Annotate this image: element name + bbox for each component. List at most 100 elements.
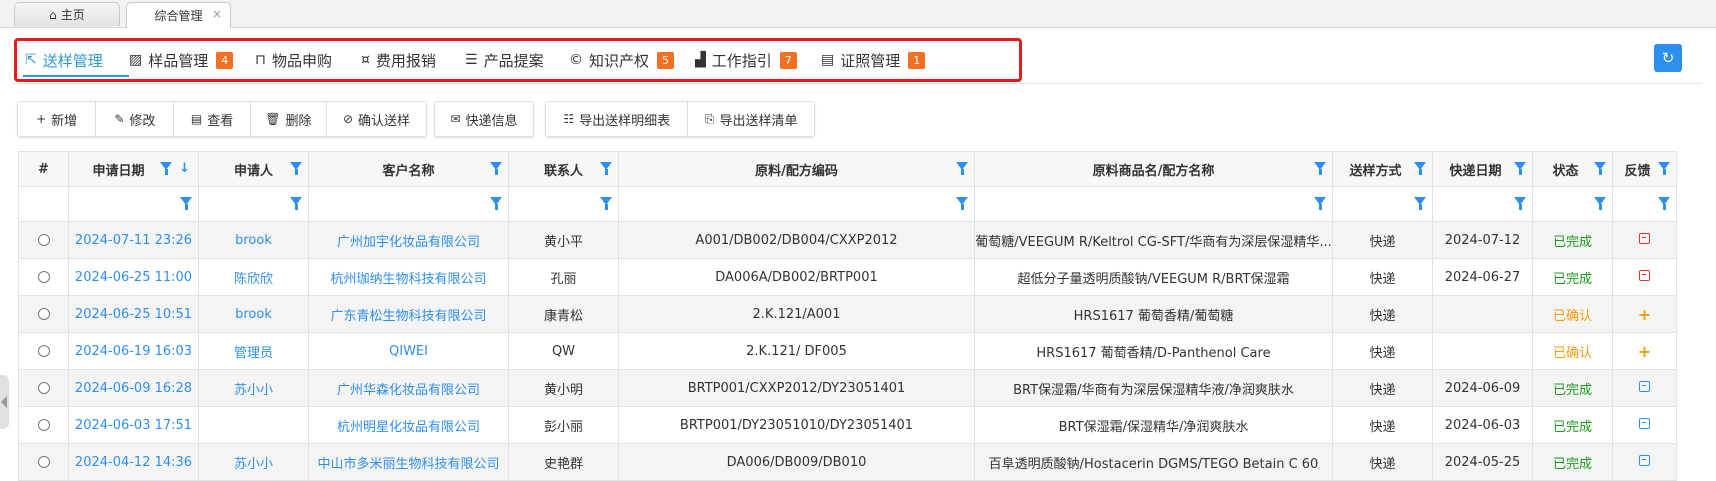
cell-customer[interactable]: 广州加宇化妆品有限公司	[308, 221, 509, 259]
filter-icon[interactable]	[490, 162, 502, 175]
cell-date[interactable]: 2024-06-25 11:00	[68, 258, 199, 296]
row-radio[interactable]	[37, 456, 50, 468]
table-row[interactable]: 2024-06-09 16:28 苏小小 广州华森化妆品有限公司 黄小明 BRT…	[18, 369, 1677, 407]
filter-icon[interactable]	[1414, 197, 1426, 210]
filter-icon[interactable]	[290, 197, 302, 210]
column-header-express-date[interactable]: 快递日期	[1432, 151, 1533, 187]
close-icon[interactable]: ×	[212, 7, 222, 21]
row-radio[interactable]	[37, 382, 50, 394]
row-radio[interactable]	[37, 234, 50, 246]
refresh-button[interactable]: ↻	[1654, 44, 1682, 72]
row-radio[interactable]	[37, 308, 50, 320]
feedback-doc-icon[interactable]	[1639, 454, 1650, 466]
filter-cell-name[interactable]	[974, 186, 1333, 222]
cell-date[interactable]: 2024-07-11 23:26	[68, 221, 199, 259]
feedback-doc-icon[interactable]	[1639, 232, 1650, 244]
filter-icon[interactable]	[180, 197, 192, 210]
column-header-name[interactable]: 原料商品名/配方名称	[974, 151, 1333, 187]
filter-cell-status[interactable]	[1532, 186, 1613, 222]
row-select-cell[interactable]	[18, 406, 69, 444]
filter-icon[interactable]	[1514, 162, 1526, 175]
tab-purchase[interactable]: ⊓ 物品申购	[255, 41, 332, 79]
table-row[interactable]: 2024-06-25 10:51 brook 广东青松生物科技有限公司 康青松 …	[18, 295, 1677, 333]
table-row[interactable]: 2024-06-19 16:03 管理员 QIWEI QW 2.K.121/ D…	[18, 332, 1677, 370]
add-feedback-icon[interactable]: +	[1638, 305, 1651, 324]
cell-applicant[interactable]	[198, 406, 309, 444]
cell-feedback[interactable]: +	[1612, 295, 1677, 333]
sort-desc-icon[interactable]: ↓	[179, 161, 190, 176]
cell-date[interactable]: 2024-06-19 16:03	[68, 332, 199, 370]
express-info-button[interactable]: ✉ 快递信息	[435, 102, 533, 136]
row-select-cell[interactable]	[18, 258, 69, 296]
filter-icon[interactable]	[956, 162, 968, 175]
filter-icon[interactable]	[1594, 162, 1606, 175]
filter-cell-feedback[interactable]	[1612, 186, 1677, 222]
filter-icon[interactable]	[956, 197, 968, 210]
filter-cell-applicant[interactable]	[198, 186, 309, 222]
cell-customer[interactable]: 杭州明星化妆品有限公司	[308, 406, 509, 444]
filter-icon[interactable]	[1514, 197, 1526, 210]
tab-license-management[interactable]: ▤ 证照管理 1	[821, 41, 926, 79]
cell-feedback[interactable]	[1612, 369, 1677, 407]
feedback-doc-icon[interactable]	[1639, 417, 1650, 429]
row-radio[interactable]	[37, 271, 50, 283]
column-header-contact[interactable]: 联系人	[508, 151, 619, 187]
filter-icon[interactable]	[160, 162, 172, 175]
row-select-cell[interactable]	[18, 443, 69, 481]
filter-icon[interactable]	[290, 162, 302, 175]
cell-feedback[interactable]	[1612, 443, 1677, 481]
filter-icon[interactable]	[1594, 197, 1606, 210]
column-header-applicant[interactable]: 申请人	[198, 151, 309, 187]
edit-button[interactable]: ✎ 修改	[96, 102, 175, 136]
feedback-doc-icon[interactable]	[1639, 269, 1650, 281]
filter-icon[interactable]	[1314, 197, 1326, 210]
column-header-date[interactable]: 申请日期 ↓	[68, 151, 199, 187]
tab-sample-delivery[interactable]: ⇱ 送样管理	[25, 41, 103, 79]
cell-date[interactable]: 2024-04-12 14:36	[68, 443, 199, 481]
tab-product-proposal[interactable]: ☰ 产品提案	[465, 41, 544, 79]
tab-reimbursement[interactable]: ¤ 费用报销	[361, 41, 436, 79]
cell-feedback[interactable]: +	[1612, 332, 1677, 370]
cell-customer[interactable]: 广州华森化妆品有限公司	[308, 369, 509, 407]
table-row[interactable]: 2024-04-12 14:36 苏小小 中山市多米丽生物科技有限公司 史艳群 …	[18, 443, 1677, 481]
filter-icon[interactable]	[1658, 197, 1670, 210]
cell-feedback[interactable]	[1612, 258, 1677, 296]
cell-applicant[interactable]: 陈欣欣	[198, 258, 309, 296]
tab-intellectual-property[interactable]: © 知识产权 5	[569, 41, 675, 79]
add-feedback-icon[interactable]: +	[1638, 342, 1651, 361]
column-header-status[interactable]: 状态	[1532, 151, 1613, 187]
row-radio[interactable]	[37, 419, 50, 431]
cell-date[interactable]: 2024-06-25 10:51	[68, 295, 199, 333]
collapse-sidebar-handle[interactable]	[0, 375, 9, 429]
tab-sample-management[interactable]: ▨ 样品管理 4	[129, 41, 234, 79]
filter-cell-date[interactable]	[68, 186, 199, 222]
filter-cell-code[interactable]	[618, 186, 975, 222]
tab-general-management[interactable]: 综合管理 ×	[126, 2, 231, 28]
delete-button[interactable]: 🗑 删除	[251, 102, 327, 136]
cell-applicant[interactable]: brook	[198, 295, 309, 333]
filter-cell-customer[interactable]	[308, 186, 509, 222]
row-select-cell[interactable]	[18, 221, 69, 259]
filter-icon[interactable]	[1414, 162, 1426, 175]
table-row[interactable]: 2024-06-03 17:51 杭州明星化妆品有限公司 彭小丽 BRTP001…	[18, 406, 1677, 444]
add-button[interactable]: + 新增	[18, 102, 97, 136]
filter-icon[interactable]	[600, 197, 612, 210]
view-button[interactable]: ▤ 查看	[174, 102, 251, 136]
cell-applicant[interactable]: brook	[198, 221, 309, 259]
cell-applicant[interactable]: 苏小小	[198, 369, 309, 407]
filter-cell-express-date[interactable]	[1432, 186, 1533, 222]
confirm-sample-button[interactable]: ⊘ 确认送样	[327, 102, 426, 136]
export-list-button[interactable]: ⎘ 导出送样清单	[688, 102, 814, 136]
filter-cell-method[interactable]	[1332, 186, 1433, 222]
table-row[interactable]: 2024-06-25 11:00 陈欣欣 杭州珈纳生物科技有限公司 孔丽 DA0…	[18, 258, 1677, 296]
cell-customer[interactable]: QIWEI	[308, 332, 509, 370]
feedback-doc-icon[interactable]	[1639, 380, 1650, 392]
row-radio[interactable]	[37, 345, 50, 357]
filter-icon[interactable]	[600, 162, 612, 175]
cell-applicant[interactable]: 管理员	[198, 332, 309, 370]
column-header-method[interactable]: 送样方式	[1332, 151, 1433, 187]
cell-applicant[interactable]: 苏小小	[198, 443, 309, 481]
table-row[interactable]: 2024-07-11 23:26 brook 广州加宇化妆品有限公司 黄小平 A…	[18, 221, 1677, 259]
cell-customer[interactable]: 杭州珈纳生物科技有限公司	[308, 258, 509, 296]
cell-feedback[interactable]	[1612, 221, 1677, 259]
